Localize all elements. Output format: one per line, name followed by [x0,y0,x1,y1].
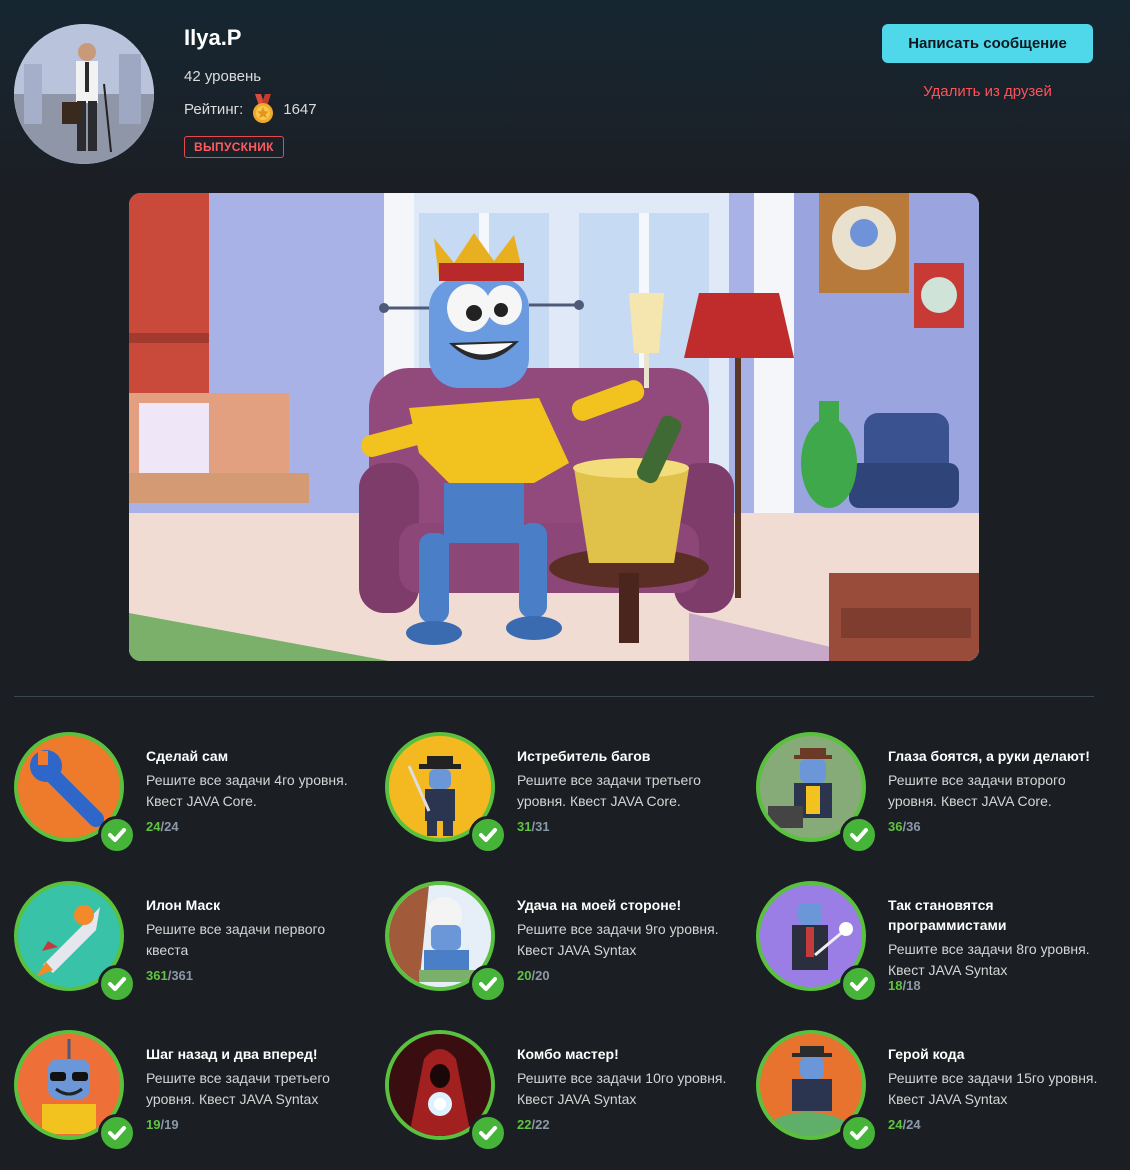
completed-check-icon [98,965,136,1003]
rating: Рейтинг: 1647 [184,94,317,124]
achievement-description: Решите все задачи третьего уровня. Квест… [146,1070,330,1107]
achievement-progress: 24/24 [146,819,179,834]
achievement-card[interactable]: Удача на моей стороне! Решите все задачи… [385,881,735,1003]
achievement-card[interactable]: Так становятся программистами Решите все… [756,881,1106,1003]
achievement-title: Герой кода [888,1046,965,1062]
avatar[interactable] [14,24,154,164]
businessman-photo-icon [14,24,154,164]
achievement-progress: 31/31 [517,819,550,834]
achievement-title: Сделай сам [146,748,229,764]
achievement-card[interactable]: Глаза боятся, а руки делают! Решите все … [756,732,1106,854]
achievement-description: Решите все задачи 9го уровня. Квест JAVA… [517,921,719,958]
achievement-progress: 18/18 [888,978,921,993]
achievement-title: Шаг назад и два вперед! [146,1046,318,1062]
achievement-progress: 22/22 [517,1117,550,1132]
user-level: 42 уровень [184,68,262,85]
rating-label: Рейтинг: [184,100,244,118]
send-message-button[interactable]: Написать сообщение [882,24,1093,63]
completed-check-icon [840,1114,878,1152]
section-divider [14,696,1094,697]
medal-icon [249,94,277,124]
achievement-title: Так становятся программистами [888,897,1007,933]
king-robot-with-champagne-icon [129,193,979,661]
completed-check-icon [469,965,507,1003]
achievement-card[interactable]: Комбо мастер! Решите все задачи 10го уро… [385,1030,735,1152]
achievement-title: Истребитель багов [517,748,651,764]
achievement-card[interactable]: Шаг назад и два вперед! Решите все задач… [14,1030,364,1152]
achievement-description: Решите все задачи 8го уровня. Квест JAVA… [888,941,1090,978]
completed-check-icon [840,965,878,1003]
achievement-card[interactable]: Илон Маск Решите все задачи первого квес… [14,881,364,1003]
achievement-title: Удача на моей стороне! [517,897,682,913]
achievement-title: Илон Маск [146,897,221,913]
achievement-banner-illustration [129,193,979,661]
achievement-card[interactable]: Истребитель багов Решите все задачи трет… [385,732,735,854]
achievement-description: Решите все задачи второго уровня. Квест … [888,772,1066,809]
achievement-description: Решите все задачи первого квеста [146,921,326,958]
achievement-progress: 19/19 [146,1117,179,1132]
achievement-description: Решите все задачи третьего уровня. Квест… [517,772,701,809]
achievement-progress: 361/361 [146,968,194,983]
achievement-card[interactable]: Сделай сам Решите все задачи 4го уровня.… [14,732,364,854]
completed-check-icon [469,1114,507,1152]
remove-friend-link[interactable]: Удалить из друзей [882,83,1093,100]
achievement-description: Решите все задачи 4го уровня. Квест JAVA… [146,772,348,809]
completed-check-icon [98,816,136,854]
achievement-title: Комбо мастер! [517,1046,619,1062]
completed-check-icon [840,816,878,854]
rating-value: 1647 [283,100,317,118]
achievement-progress: 20/20 [517,968,550,983]
username: Ilya.P [184,25,242,50]
achievement-title: Глаза боятся, а руки делают! [888,748,1090,764]
completed-check-icon [469,816,507,854]
achievement-description: Решите все задачи 15го уровня. Квест JAV… [888,1070,1098,1107]
status-badge: ВЫПУСКНИК [184,136,284,158]
achievement-progress: 36/36 [888,819,921,834]
completed-check-icon [98,1114,136,1152]
achievement-card[interactable]: Герой кода Решите все задачи 15го уровня… [756,1030,1106,1152]
achievement-progress: 24/24 [888,1117,921,1132]
achievement-description: Решите все задачи 10го уровня. Квест JAV… [517,1070,727,1107]
